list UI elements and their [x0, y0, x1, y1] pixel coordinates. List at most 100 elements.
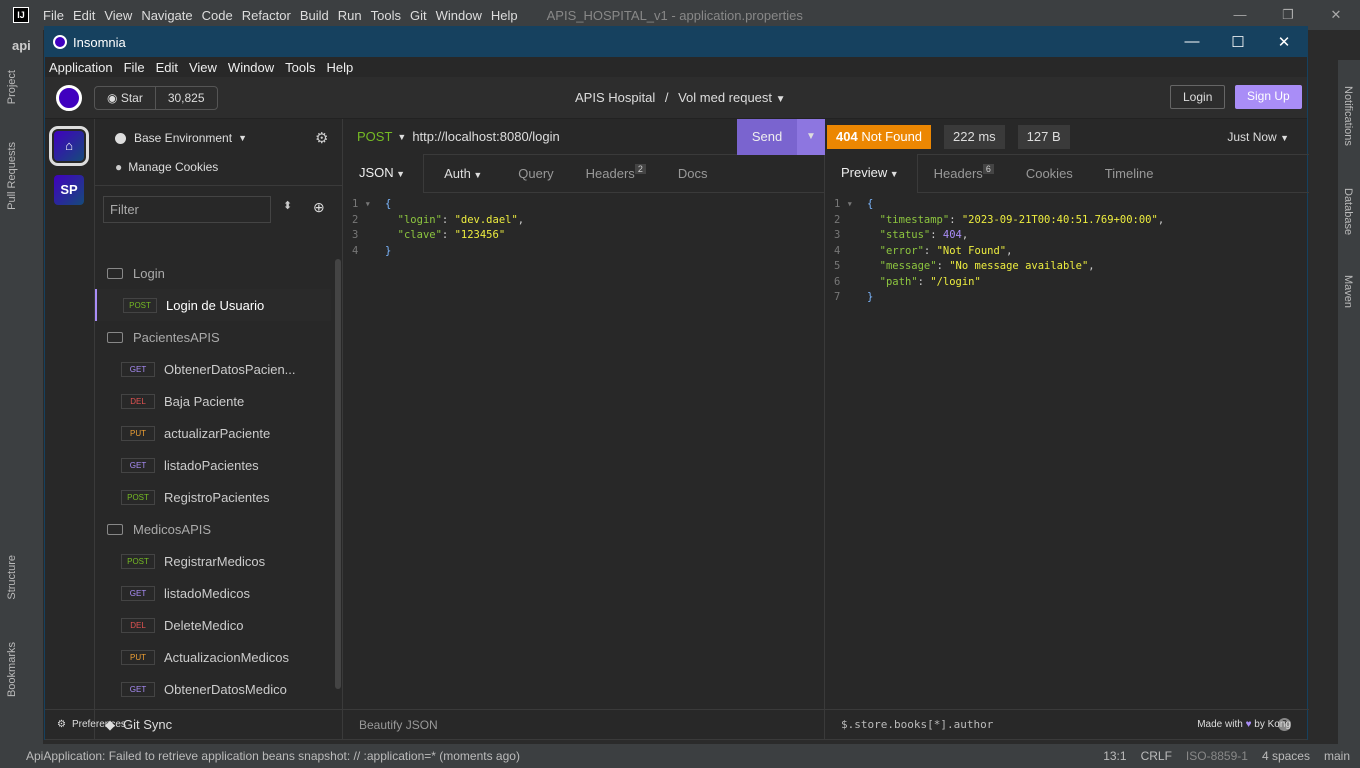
ide-menu-file[interactable]: File [43, 8, 64, 23]
menu-help[interactable]: Help [327, 60, 354, 75]
insomnia-logo-icon [53, 35, 67, 49]
request-item[interactable]: DEL DeleteMedico [95, 609, 331, 641]
environment-selector[interactable]: Base Environment ▼ [115, 131, 247, 145]
ide-menu-code[interactable]: Code [202, 8, 233, 23]
menu-tools[interactable]: Tools [285, 60, 315, 75]
gear-icon[interactable]: ⚙ [315, 129, 328, 147]
tool-bookmarks[interactable]: Bookmarks [6, 642, 18, 697]
ide-menu-window[interactable]: Window [436, 8, 482, 23]
indent-setting[interactable]: 4 spaces [1262, 749, 1310, 763]
chevron-down-icon[interactable]: ▼ [776, 94, 786, 105]
folder-item[interactable]: Login [95, 257, 331, 289]
tool-maven[interactable]: Maven [1342, 275, 1354, 308]
folder-item[interactable]: PacientesAPIS [95, 321, 331, 353]
send-button[interactable]: Send [737, 119, 797, 155]
line-separator[interactable]: CRLF [1141, 749, 1172, 763]
menu-application[interactable]: Application [49, 60, 113, 75]
manage-cookies-button[interactable]: ● Manage Cookies [115, 160, 218, 174]
made-with-kong[interactable]: Made with ♥ by Kong [1197, 719, 1291, 730]
ide-menu-build[interactable]: Build [300, 8, 329, 23]
close-icon[interactable]: ✕ [1312, 0, 1360, 30]
home-icon[interactable]: ⌂ [49, 126, 89, 166]
request-item[interactable]: GET ObtenerDatosPacien... [95, 353, 331, 385]
request-body-editor[interactable]: 1 ▾{2 "login": "dev.dael", 3 "clave": "12… [343, 193, 824, 259]
made-with-label: Made with [1197, 719, 1243, 730]
tab-auth[interactable]: Auth ▼ [424, 155, 502, 193]
send-options-dropdown[interactable]: ▼ [797, 119, 825, 155]
request-item[interactable]: PUT ActualizacionMedicos [95, 641, 331, 673]
ide-menu-tools[interactable]: Tools [371, 8, 401, 23]
request-item[interactable]: GET listadoMedicos [95, 577, 331, 609]
request-item[interactable]: POST RegistroPacientes [95, 481, 331, 513]
ide-menu-edit[interactable]: Edit [73, 8, 95, 23]
sort-icon[interactable]: ⬍ [283, 199, 292, 212]
ide-menu-navigate[interactable]: Navigate [141, 8, 192, 23]
tab-headers[interactable]: Headers 2 [570, 155, 662, 193]
tool-pull-requests[interactable]: Pull Requests [6, 142, 18, 210]
tab-cookies[interactable]: Cookies [1010, 155, 1089, 193]
tool-structure[interactable]: Structure [6, 555, 18, 600]
insomnia-logo-icon[interactable] [56, 84, 82, 111]
tool-database[interactable]: Database [1342, 188, 1354, 235]
folder-item[interactable]: MedicosAPIS [95, 513, 331, 545]
minimize-icon[interactable]: — [1169, 33, 1215, 51]
menu-view[interactable]: View [189, 60, 217, 75]
signup-button[interactable]: Sign Up [1235, 85, 1302, 109]
request-item[interactable]: GET ObtenerDatosMedico [95, 673, 331, 705]
tool-project[interactable]: Project [6, 70, 18, 104]
ide-menu-run[interactable]: Run [338, 8, 362, 23]
collection-name[interactable]: APIS Hospital [575, 90, 655, 105]
github-star-button[interactable]: ◉ Star 30,825 [94, 85, 218, 110]
menu-window[interactable]: Window [228, 60, 274, 75]
ide-menu-refactor[interactable]: Refactor [242, 8, 291, 23]
tab-json[interactable]: JSON ▼ [343, 154, 425, 193]
git-sync-button[interactable]: ◆ Git Sync [95, 709, 343, 739]
beautify-json-button[interactable]: Beautify JSON [343, 709, 824, 739]
request-item[interactable]: GET listadoPacientes [95, 449, 331, 481]
tab-preview[interactable]: Preview ▼ [825, 154, 918, 193]
document-name[interactable]: Vol med request [678, 90, 772, 105]
login-button[interactable]: Login [1170, 85, 1226, 109]
tab-headers[interactable]: Headers 6 [918, 155, 1010, 193]
code-token: 404 [942, 229, 962, 241]
line-number: 3 [352, 229, 371, 241]
filter-input[interactable]: Filter [103, 196, 271, 223]
request-item[interactable]: PUT actualizarPaciente [95, 417, 331, 449]
request-item[interactable]: POST RegistrarMedicos [95, 545, 331, 577]
breadcrumb[interactable]: APIS Hospital / Vol med request ▼ [575, 90, 786, 105]
url-input[interactable]: http://localhost:8080/login [412, 129, 559, 144]
menu-file[interactable]: File [124, 60, 145, 75]
ide-menu-view[interactable]: View [104, 8, 132, 23]
workspace-sp[interactable]: SP [54, 175, 84, 205]
code-line: 7 } [825, 290, 1309, 306]
sidebar-scrollbar[interactable] [335, 259, 341, 689]
tab-docs[interactable]: Docs [662, 155, 724, 193]
tab-timeline[interactable]: Timeline [1089, 155, 1170, 193]
file-encoding[interactable]: ISO-8859-1 [1186, 749, 1248, 763]
status-message[interactable]: ApiApplication: Failed to retrieve appli… [26, 749, 520, 763]
code-token: "status" [879, 229, 931, 241]
chevron-down-icon[interactable]: ▼ [397, 132, 406, 142]
close-icon[interactable]: ✕ [1261, 33, 1307, 51]
add-icon[interactable]: ⊕ [313, 199, 325, 216]
tab-label: Auth [444, 165, 471, 181]
maximize-icon[interactable]: ☐ [1215, 33, 1261, 51]
history-dropdown[interactable]: Just Now ▼ [1227, 130, 1289, 144]
git-branch[interactable]: main [1324, 749, 1350, 763]
tool-notifications[interactable]: Notifications [1342, 86, 1354, 146]
request-item[interactable]: DEL Baja Paciente [95, 385, 331, 417]
preferences-button[interactable]: ⚙ Preferences [57, 719, 126, 730]
request-item[interactable]: POST Login de Usuario [95, 289, 331, 321]
chevron-down-icon: ▼ [393, 169, 406, 179]
ide-menu-git[interactable]: Git [410, 8, 427, 23]
caret-position[interactable]: 13:1 [1103, 749, 1126, 763]
tab-label: Query [518, 165, 554, 181]
tab-query[interactable]: Query [502, 155, 569, 193]
kong-label: by Kong [1254, 719, 1291, 730]
code-line: 3 "clave": "123456" [343, 228, 824, 244]
ide-breadcrumb[interactable]: api [12, 38, 31, 53]
method-selector[interactable]: POST [357, 129, 392, 144]
ide-menu-help[interactable]: Help [491, 8, 518, 23]
request-label: ActualizacionMedicos [164, 649, 290, 665]
menu-edit[interactable]: Edit [156, 60, 178, 75]
